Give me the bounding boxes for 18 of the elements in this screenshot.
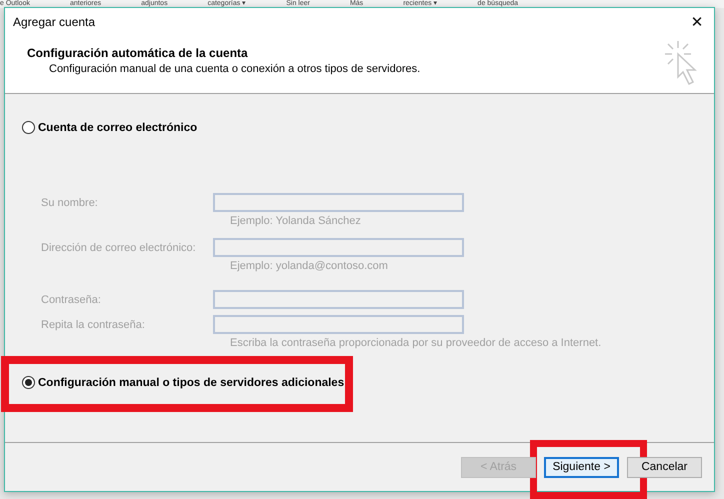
field-hint: Escriba la contraseña proporcionada por su proveedor de acceso a Internet. — [229, 337, 602, 349]
field-label: Contraseña: — [41, 294, 102, 306]
field-label: Repita la contraseña: — [41, 318, 146, 330]
radio-button[interactable] — [22, 376, 35, 389]
field-label: Su nombre: — [41, 196, 99, 208]
header-title: Configuración automática de la cuenta — [27, 46, 249, 60]
field-hint: Ejemplo: Yolanda Sánchez — [229, 215, 362, 227]
radio-button[interactable] — [22, 121, 35, 134]
radio-label[interactable]: Cuenta de correo electrónico — [38, 122, 198, 134]
field-label: Dirección de correo electrónico: — [41, 242, 197, 254]
window-title: Agregar cuenta — [13, 15, 96, 29]
field-hint: Ejemplo: yolanda@contoso.com — [229, 260, 389, 272]
dialog-button[interactable]: Siguiente > — [544, 456, 619, 478]
dialog-button[interactable]: Cancelar — [627, 456, 702, 478]
header-subtitle: Configuración manual de una cuenta o conexión a otros tipos de servidores. — [48, 63, 420, 75]
radio-option[interactable]: Cuenta de correo electrónico — [22, 121, 198, 134]
close-button[interactable]: ✕ — [680, 8, 714, 36]
cursor-sparkle-icon — [664, 40, 700, 86]
